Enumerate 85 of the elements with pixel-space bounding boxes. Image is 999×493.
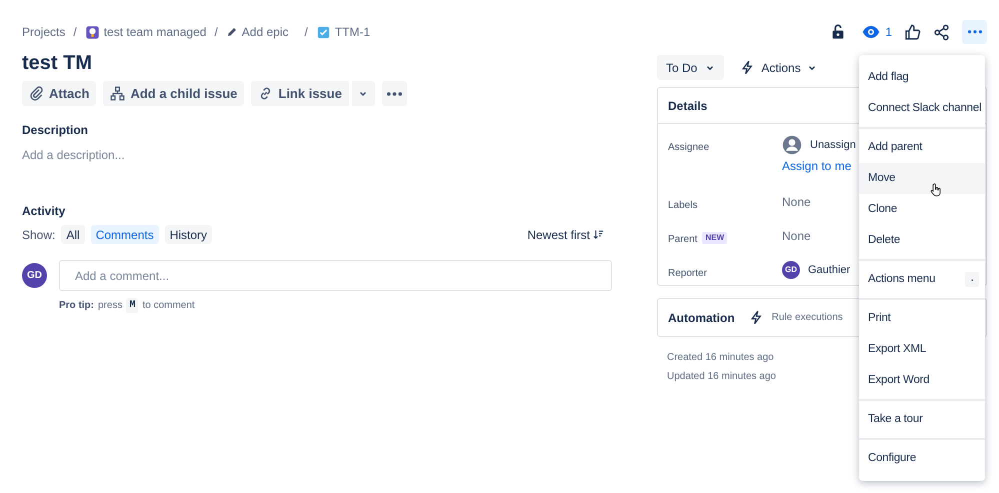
field-value: Unassign (810, 138, 856, 153)
menu-item-label: Print (868, 310, 891, 326)
breadcrumb-link[interactable]: test team managed (104, 23, 206, 41)
toolbar-button[interactable]: Link issue (251, 81, 349, 106)
assign-to-me-link[interactable]: Assign to me (782, 157, 856, 175)
actions-button[interactable]: Actions (736, 55, 821, 80)
more-icon (968, 30, 982, 34)
field-label: Assignee (668, 141, 710, 155)
section-heading: Description (22, 122, 90, 139)
menu-item-label: Configure (868, 450, 916, 466)
pro-tip-text: press (98, 299, 122, 313)
pencil-icon (226, 26, 238, 38)
timestamp: Updated 16 minutes ago (667, 370, 776, 384)
project-icon (84, 24, 100, 40)
pro-tip-label: Pro tip: (59, 299, 94, 313)
lightning-icon (748, 310, 764, 325)
menu-item-label: Export Word (868, 372, 930, 388)
timestamp: Created 16 minutes ago (667, 351, 774, 365)
shortcut-key: M (126, 298, 138, 313)
menu-item[interactable]: Move (859, 163, 985, 194)
field-value: Gauthier (808, 262, 850, 278)
more-icon (386, 92, 402, 96)
menu-item[interactable]: Clone (859, 194, 985, 225)
checkbox-icon (316, 24, 331, 40)
menu-item[interactable]: Actions menu . (859, 264, 985, 295)
comment-field[interactable]: Add a comment... (59, 260, 612, 291)
new-badge: NEW (702, 232, 728, 244)
menu-item-label: Delete (868, 232, 900, 248)
field-value: None (782, 194, 811, 211)
sort-icon (593, 229, 604, 240)
toolbar-button[interactable]: Attach (22, 81, 96, 106)
menu-item[interactable]: Print (859, 303, 985, 334)
menu-item-label: Move (868, 170, 896, 186)
field-value: None (782, 228, 811, 245)
user-avatar: GD (782, 261, 800, 279)
description-field[interactable]: Add a description... (22, 146, 125, 164)
panel-heading: Automation (668, 310, 735, 326)
menu-item[interactable]: Export XML (859, 334, 985, 365)
field-label: Labels (668, 199, 698, 213)
sort-button[interactable]: Newest first (527, 226, 604, 244)
status-button[interactable]: To Do (657, 55, 724, 80)
menu-item[interactable]: Take a tour (859, 404, 985, 435)
filter-tab[interactable]: Comments (90, 225, 159, 244)
menu-item-label: Clone (868, 202, 898, 217)
rule-executions-link[interactable]: Rule executions (772, 310, 843, 325)
issue-title: test TM (22, 51, 93, 76)
share-icon (933, 24, 950, 40)
menu-item-label: Add parent (868, 140, 922, 155)
breadcrumb-link[interactable]: Add epic (242, 23, 288, 41)
show-label: Show: (22, 226, 56, 244)
person-icon (782, 135, 802, 155)
lightning-icon (740, 60, 756, 75)
menu-item-label: Actions menu (868, 272, 936, 287)
watch-button[interactable]: 1 (862, 23, 892, 41)
more-button[interactable] (382, 81, 407, 106)
more-actions-button[interactable] (962, 20, 987, 44)
breadcrumb-link[interactable]: Projects (22, 23, 66, 41)
toolbar-button[interactable]: Add a child issue (103, 81, 244, 106)
section-heading: Activity (22, 203, 66, 220)
field-label: Reporter (668, 267, 707, 281)
breadcrumb-link[interactable]: TTM-1 (334, 23, 370, 41)
padlock-icon (830, 24, 846, 40)
thumbs-up-icon (904, 24, 921, 40)
menu-item[interactable]: Delete (859, 225, 985, 256)
user-avatar: GD (22, 263, 47, 288)
breadcrumb-separator: / (73, 24, 77, 41)
menu-item[interactable]: Connect Slack channel (859, 93, 985, 124)
hand-cursor-icon (929, 182, 943, 198)
filter-tab[interactable]: All (61, 225, 85, 244)
menu-item[interactable]: Add parent (859, 132, 985, 163)
menu-item-label: Export XML (868, 342, 926, 357)
breadcrumb-separator: / (304, 24, 308, 41)
shortcut-key: . (965, 272, 979, 287)
field-label: Parent (668, 233, 698, 247)
menu-item-label: Add flag (868, 70, 909, 85)
menu-item-label: Take a tour (868, 412, 923, 427)
menu-item[interactable]: Export Word (859, 365, 985, 396)
filter-tab[interactable]: History (164, 225, 212, 244)
breadcrumb-separator: / (214, 24, 218, 41)
menu-item[interactable]: Configure (859, 443, 985, 474)
pro-tip-text: to comment (142, 299, 195, 313)
eye-icon (862, 23, 880, 41)
paperclip-icon (29, 86, 44, 101)
hierarchy-icon (110, 86, 126, 101)
menu-item-label: Connect Slack channel (868, 100, 982, 116)
